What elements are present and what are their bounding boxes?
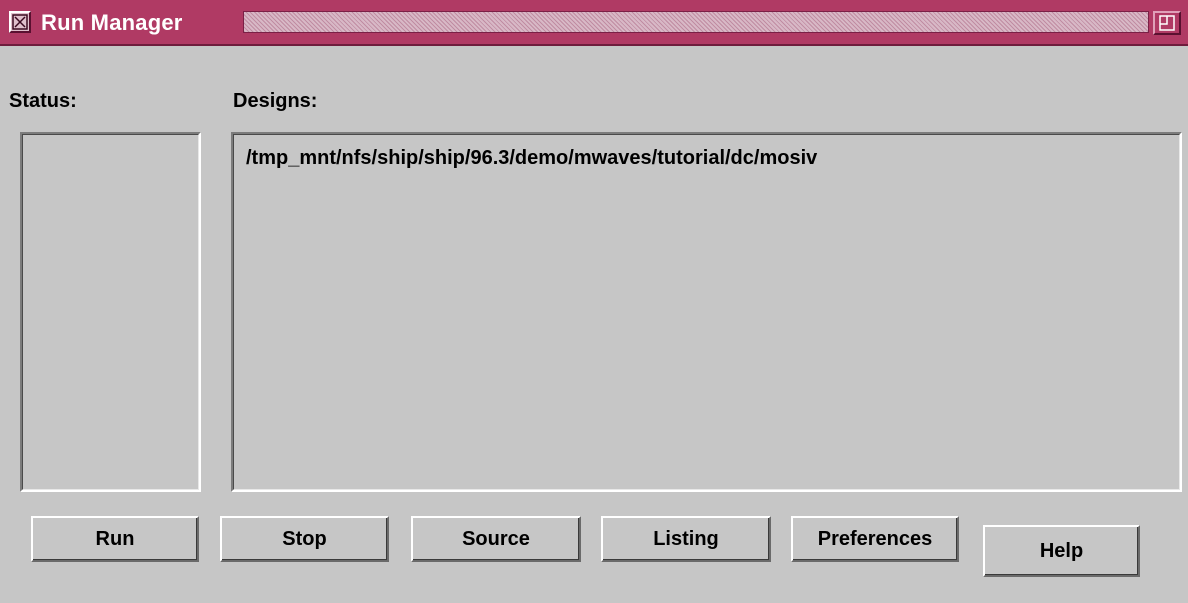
run-manager-window: Run Manager Status: Designs: /tmp_mnt/nf… — [0, 0, 1188, 603]
source-button[interactable]: Source — [411, 516, 581, 562]
help-button[interactable]: Help — [983, 525, 1140, 577]
maximize-button[interactable] — [1153, 11, 1181, 35]
preferences-button[interactable]: Preferences — [791, 516, 959, 562]
status-label: Status: — [9, 90, 77, 112]
window-title: Run Manager — [41, 10, 183, 35]
listing-button[interactable]: Listing — [601, 516, 771, 562]
status-list[interactable] — [20, 132, 201, 492]
designs-label: Designs: — [233, 90, 318, 112]
window-menu-icon — [12, 14, 28, 30]
design-list-item[interactable]: /tmp_mnt/nfs/ship/ship/96.3/demo/mwaves/… — [246, 147, 817, 170]
run-button[interactable]: Run — [31, 516, 199, 562]
designs-list[interactable]: /tmp_mnt/nfs/ship/ship/96.3/demo/mwaves/… — [231, 132, 1182, 492]
window-menu-button[interactable] — [9, 11, 31, 33]
stop-button[interactable]: Stop — [220, 516, 389, 562]
status-list-inner — [22, 134, 199, 490]
title-bar[interactable]: Run Manager — [0, 0, 1188, 46]
maximize-icon — [1159, 15, 1175, 31]
title-bar-fill — [243, 11, 1149, 33]
designs-list-inner — [233, 134, 1180, 490]
